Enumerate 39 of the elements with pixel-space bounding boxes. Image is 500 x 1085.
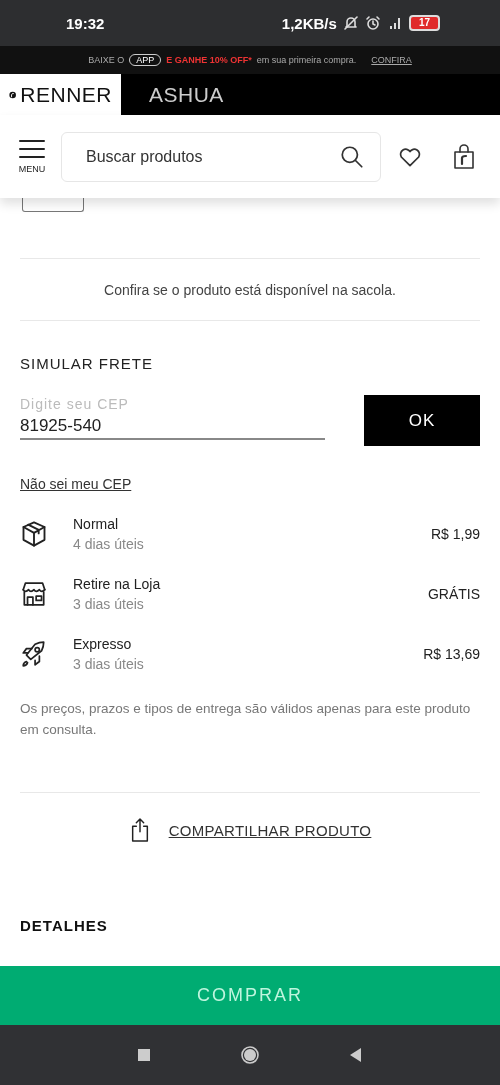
promo-text: BAIXE O xyxy=(88,55,125,65)
promo-text: em sua primeira compra. xyxy=(256,55,357,65)
delivery-time: 3 dias úteis xyxy=(73,596,145,612)
promo-offer: E GANHE 10% OFF* xyxy=(166,55,252,65)
delivery-time: 4 dias úteis xyxy=(73,536,145,552)
cep-help-link[interactable]: Não sei meu CEP xyxy=(20,476,132,492)
promo-link[interactable]: CONFIRA xyxy=(371,55,412,65)
box-icon xyxy=(20,520,48,548)
notification-off-icon xyxy=(342,15,359,31)
section-title: SIMULAR FRETE xyxy=(20,355,154,372)
search-field[interactable]: Buscar produtos xyxy=(61,131,381,182)
bag-button[interactable] xyxy=(451,143,477,170)
shipping-price: GRÁTIS xyxy=(427,586,480,602)
search-icon xyxy=(339,143,365,170)
delivery-time: 3 dias úteis xyxy=(73,656,145,672)
rocket-icon xyxy=(20,640,48,668)
shopping-bag-icon xyxy=(451,143,477,170)
ok-button[interactable]: OK xyxy=(364,395,480,446)
alarm-icon xyxy=(364,15,381,31)
status-time: 19:32 xyxy=(66,14,105,32)
brand-tab[interactable]: ASHUA xyxy=(121,74,244,115)
menu-icon xyxy=(19,139,45,158)
shipping-name: Expresso xyxy=(73,636,133,652)
store-icon xyxy=(20,580,48,608)
section-title: DETALHES xyxy=(20,917,109,934)
field-label: Digite seu CEP xyxy=(20,396,130,412)
shipping-price: R$ 1,99 xyxy=(430,526,480,542)
menu-button[interactable]: MENU xyxy=(16,139,48,174)
home-icon xyxy=(240,1045,260,1065)
shipping-name: Normal xyxy=(73,516,120,532)
share-link[interactable]: COMPARTILHAR PRODUTO xyxy=(168,821,372,839)
shipping-price: R$ 13,69 xyxy=(423,646,480,662)
network-speed: 1,2KB/s xyxy=(281,14,337,32)
disclaimer-text: Os preços, prazos e tipos de entrega são válidos apenas para este produto em consulta. xyxy=(20,700,472,739)
availability-text: Confira se o produto está disponível na sacola. xyxy=(103,281,397,300)
battery-indicator: 17 xyxy=(408,15,440,31)
size-option xyxy=(22,198,84,212)
shipping-name: Retire na Loja xyxy=(73,576,162,592)
brand-tab[interactable]: RENNER xyxy=(0,74,121,115)
